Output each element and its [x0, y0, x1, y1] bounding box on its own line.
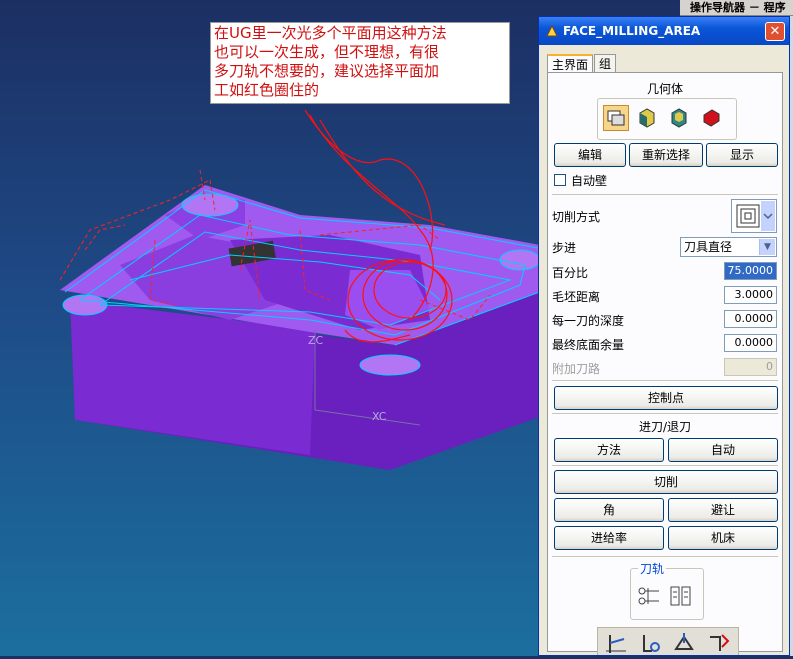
blank-distance-label: 毛坯距离 — [552, 290, 601, 304]
annotation-line: 工如红色圈住的 — [214, 81, 320, 99]
engage-retract-heading: 进刀/退刀 — [638, 420, 692, 434]
operation-navigator-title[interactable]: 操作导航器 － 程序 — [680, 0, 793, 16]
replay-icon[interactable] — [604, 631, 628, 655]
main-panel: 几何体 编辑 重新选择 显示 自动壁 切削方式 步进 刀具直径 ▼ 百分比 75… — [547, 72, 783, 652]
operation-icon — [546, 24, 558, 37]
toolpath-heading: 刀轨 — [638, 560, 667, 577]
avoidance-button[interactable]: 避让 — [668, 498, 778, 522]
cut-method-dropdown[interactable] — [731, 199, 777, 233]
reselect-button[interactable]: 重新选择 — [629, 143, 703, 167]
final-floor-stock-label: 最终底面余量 — [552, 338, 625, 352]
extra-passes-label: 附加刀路 — [552, 362, 601, 376]
stepover-label: 步进 — [552, 241, 577, 255]
divider — [552, 465, 778, 466]
annotation-note: 在UG里一次光多个平面用这种方法 也可以一次生成，但不理想，有很 多刀轨不想要的… — [210, 22, 510, 104]
method-button[interactable]: 方法 — [554, 438, 664, 462]
follow-periphery-icon — [736, 201, 775, 231]
annotation-line: 多刀轨不想要的，建议选择平面加 — [214, 62, 440, 80]
chevron-down-icon: ▼ — [759, 239, 775, 255]
tab-groups[interactable]: 组 — [594, 54, 617, 72]
percent-label: 百分比 — [552, 266, 589, 280]
depth-per-cut-field[interactable]: 0.0000 — [724, 310, 777, 328]
cut-method-label: 切削方式 — [552, 210, 601, 224]
stepover-dropdown[interactable]: 刀具直径 ▼ — [680, 237, 777, 257]
auto-wall-label: 自动壁 — [571, 174, 608, 188]
stepover-value: 刀具直径 — [684, 240, 733, 254]
machine-button[interactable]: 机床 — [668, 526, 778, 550]
dialog-title: FACE_MILLING_AREA — [563, 24, 701, 38]
geometry-heading: 几何体 — [646, 82, 683, 96]
postprocess-icon[interactable] — [706, 631, 730, 655]
annotation-line: 也可以一次生成，但不理想，有很 — [214, 43, 440, 61]
auto-button[interactable]: 自动 — [668, 438, 778, 462]
feedrate-button[interactable]: 进给率 — [554, 526, 664, 550]
blank-geometry-icon[interactable] — [635, 105, 661, 131]
blank-distance-field[interactable]: 3.0000 — [724, 286, 777, 304]
dialog-titlebar[interactable]: FACE_MILLING_AREA — [539, 17, 789, 45]
divider — [552, 413, 778, 414]
divider — [552, 380, 778, 381]
part-geometry-icon[interactable] — [603, 105, 629, 131]
generate-toolpath-icon[interactable] — [636, 583, 662, 609]
face-milling-dialog: FACE_MILLING_AREA ✕ 主界面 组 几何体 编辑 重新选择 显示… — [538, 16, 790, 656]
control-points-button[interactable]: 控制点 — [554, 386, 778, 410]
depth-per-cut-label: 每一刀的深度 — [552, 314, 625, 328]
simulate-icon[interactable] — [672, 631, 696, 655]
display-button[interactable]: 显示 — [706, 143, 778, 167]
percent-field[interactable]: 75.0000 — [724, 262, 777, 280]
divider — [552, 556, 778, 557]
auto-wall-checkbox[interactable] — [554, 174, 566, 186]
extra-passes-field: 0 — [724, 358, 777, 376]
cutting-button[interactable]: 切削 — [554, 470, 778, 494]
corner-button[interactable]: 角 — [554, 498, 664, 522]
close-button[interactable]: ✕ — [765, 22, 785, 41]
verify-icon[interactable] — [638, 631, 662, 655]
tab-main[interactable]: 主界面 — [547, 54, 594, 73]
axis-label-x: XC — [372, 410, 387, 423]
final-floor-stock-field[interactable]: 0.0000 — [724, 334, 777, 352]
trim-geometry-icon[interactable] — [699, 105, 725, 131]
check-geometry-icon[interactable] — [667, 105, 693, 131]
action-icon-bar — [597, 627, 739, 655]
tab-bar: 主界面 组 — [547, 54, 617, 73]
edit-button[interactable]: 编辑 — [554, 143, 626, 167]
divider — [552, 194, 778, 195]
annotation-line: 在UG里一次光多个平面用这种方法 — [214, 24, 447, 42]
list-toolpath-icon[interactable] — [668, 583, 694, 609]
axis-label-z: ZC — [308, 334, 324, 347]
